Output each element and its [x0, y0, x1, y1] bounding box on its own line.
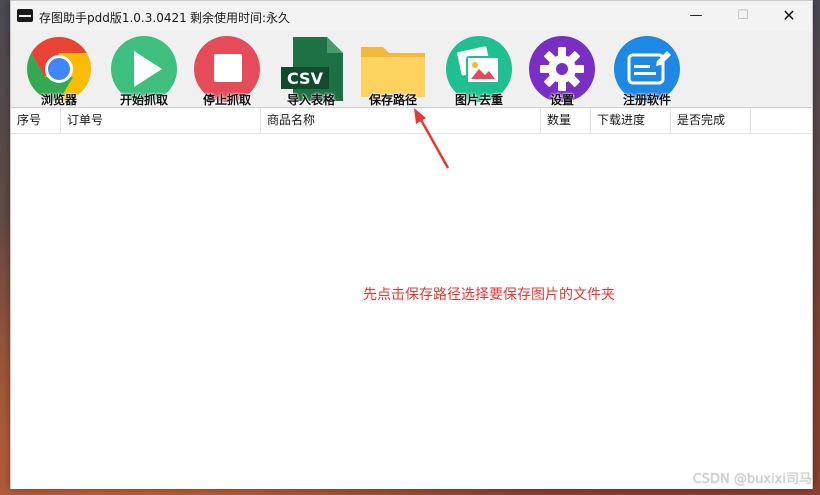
stop-capture-button[interactable]: 停止抓取 — [191, 35, 263, 107]
toolbar: 浏览器 开始抓取 停止抓取 CSV 导入表格 保存路径 图片去重 设置 注册软件 — [11, 31, 812, 107]
column-header-download-progress[interactable]: 下载进度 — [591, 108, 671, 133]
settings-label: 设置 — [549, 93, 574, 107]
csv-icon-text: CSV — [287, 69, 324, 88]
table-header: 序号 订单号 商品名称 数量 下载进度 是否完成 — [11, 108, 812, 134]
image-dedupe-button[interactable]: 图片去重 — [443, 35, 515, 107]
title-bar[interactable]: 存图助手pdd版1.0.3.0421 剩余使用时间:永久 — ☐ ✕ — [11, 1, 812, 31]
column-header-quantity[interactable]: 数量 — [541, 108, 591, 133]
save-path-label: 保存路径 — [368, 93, 417, 107]
start-capture-label: 开始抓取 — [119, 93, 168, 107]
column-header-product-name[interactable]: 商品名称 — [261, 108, 541, 133]
maximize-button[interactable]: ☐ — [720, 1, 766, 31]
annotation-text: 先点击保存路径选择要保存图片的文件夹 — [363, 287, 615, 303]
start-capture-button[interactable]: 开始抓取 — [108, 35, 180, 107]
app-window: 存图助手pdd版1.0.3.0421 剩余使用时间:永久 — ☐ ✕ 浏览器 开 — [10, 0, 813, 489]
column-header-order-id[interactable]: 订单号 — [61, 108, 261, 133]
settings-button[interactable]: 设置 — [526, 35, 598, 107]
save-path-button[interactable]: 保存路径 — [357, 35, 429, 107]
browser-button[interactable]: 浏览器 — [23, 35, 95, 107]
order-table[interactable]: 序号 订单号 商品名称 数量 下载进度 是否完成 先点击保存路径选择要保存图片的… — [11, 107, 812, 489]
image-dedupe-label: 图片去重 — [454, 93, 503, 107]
app-logo-icon — [17, 9, 33, 22]
import-table-button[interactable]: CSV 导入表格 — [275, 35, 347, 107]
window-title: 存图助手pdd版1.0.3.0421 — [39, 11, 187, 25]
watermark: CSDN @buxixi司马 — [692, 472, 812, 487]
import-table-label: 导入表格 — [286, 93, 335, 107]
column-header-completed[interactable]: 是否完成 — [671, 108, 751, 133]
stop-capture-label: 停止抓取 — [202, 93, 251, 107]
remaining-time-label: 剩余使用时间:永久 — [190, 11, 291, 25]
register-label: 注册软件 — [622, 93, 671, 107]
browser-button-label: 浏览器 — [40, 93, 77, 107]
minimize-button[interactable]: — — [673, 1, 719, 31]
close-button[interactable]: ✕ — [766, 1, 812, 31]
register-button[interactable]: 注册软件 — [611, 35, 683, 107]
column-header-index[interactable]: 序号 — [11, 108, 61, 133]
